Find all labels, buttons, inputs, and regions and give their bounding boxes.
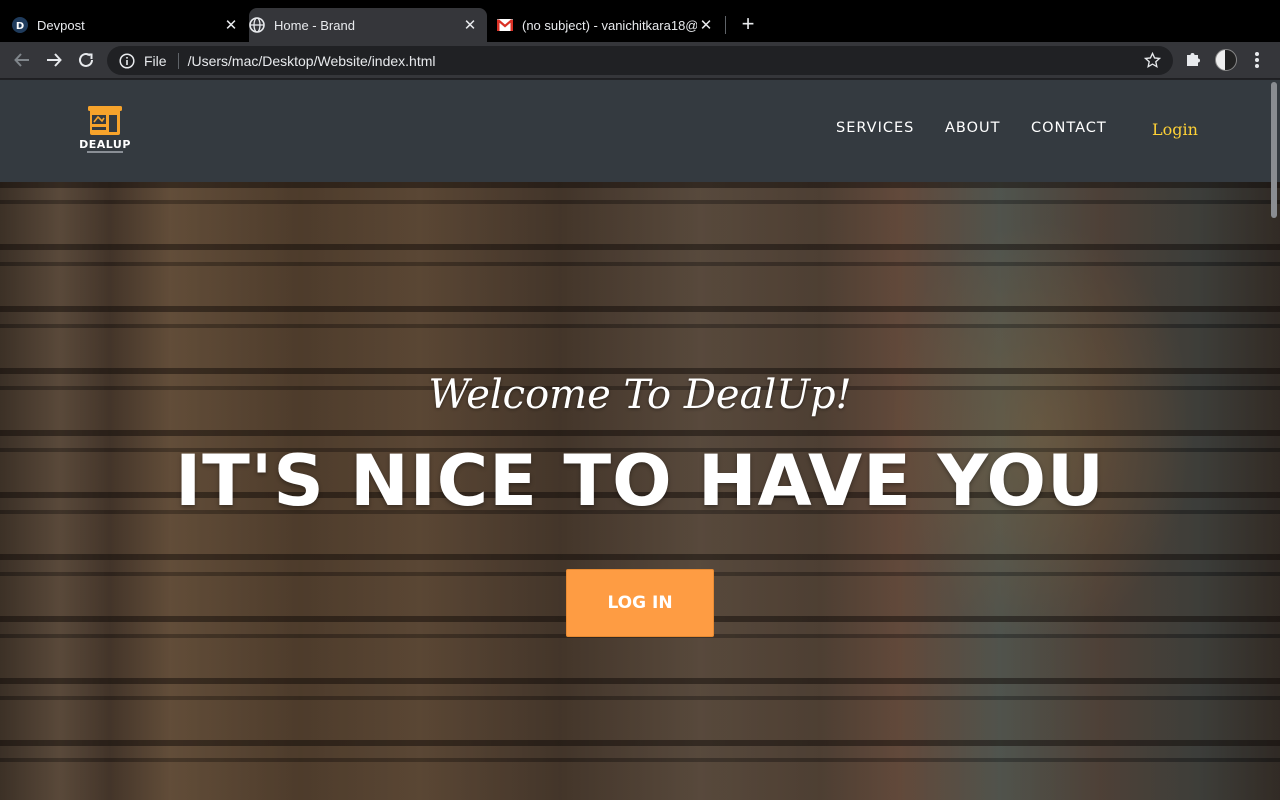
nav-about-link[interactable]: ABOUT: [945, 120, 1001, 136]
info-icon[interactable]: [119, 52, 135, 69]
tab-gmail[interactable]: (no subject) - vanichitkara18@ ✕: [497, 8, 723, 42]
tab-title: (no subject) - vanichitkara18@: [522, 17, 697, 33]
page-scrollbar[interactable]: [1268, 80, 1280, 800]
site-navbar: DEALUP SERVICES ABOUT CONTACT Login: [0, 80, 1280, 182]
address-divider: [177, 52, 179, 69]
nav-login-link[interactable]: Login: [1152, 120, 1198, 139]
tab-home-brand[interactable]: Home - Brand ✕: [249, 8, 487, 42]
reload-icon: [79, 52, 93, 67]
url-text[interactable]: /Users/mac/Desktop/Website/index.html: [188, 53, 436, 69]
extensions-puzzle-icon[interactable]: [1184, 50, 1202, 68]
browser-tab-strip: D Devpost ✕ Home - Brand ✕ (no subject) …: [0, 0, 1280, 42]
forward-arrow-icon: [47, 53, 62, 67]
forward-button[interactable]: [42, 48, 66, 72]
tab-title: Devpost: [37, 17, 85, 33]
hero-headline: IT'S NICE TO HAVE YOU: [175, 440, 1105, 522]
hero-welcome-text: Welcome To DealUp!: [428, 372, 852, 418]
devpost-icon: D: [12, 17, 28, 33]
back-button[interactable]: [10, 48, 34, 72]
nav-contact-link[interactable]: CONTACT: [1031, 120, 1107, 136]
scrollbar-thumb[interactable]: [1271, 82, 1277, 218]
tab-title: Home - Brand: [274, 17, 355, 33]
login-cta-button[interactable]: LOG IN: [566, 569, 714, 637]
svg-text:D: D: [16, 21, 24, 32]
close-tab-icon[interactable]: ✕: [461, 16, 479, 34]
browser-menu-icon[interactable]: [1251, 50, 1263, 70]
close-tab-icon[interactable]: ✕: [222, 16, 240, 34]
logo-tagline-mark: [87, 151, 123, 153]
reload-button[interactable]: [74, 48, 98, 72]
storefront-logo-icon: [88, 106, 122, 135]
nav-services-link[interactable]: SERVICES: [836, 120, 914, 136]
tab-separator: [725, 16, 726, 34]
bookmark-star-icon[interactable]: [1144, 52, 1161, 69]
close-tab-icon[interactable]: ✕: [697, 16, 715, 34]
dealup-logo[interactable]: DEALUP: [73, 106, 137, 158]
browser-toolbar: File /Users/mac/Desktop/Website/index.ht…: [0, 42, 1280, 79]
gmail-icon: [497, 17, 513, 33]
globe-icon: [249, 17, 265, 33]
logo-wordmark: DEALUP: [79, 138, 131, 151]
tab-devpost[interactable]: D Devpost ✕: [12, 8, 248, 42]
address-bar[interactable]: File /Users/mac/Desktop/Website/index.ht…: [107, 46, 1173, 75]
back-arrow-icon: [14, 53, 29, 67]
page-viewport: DEALUP SERVICES ABOUT CONTACT Login Welc…: [0, 80, 1280, 800]
url-scheme: File: [144, 52, 167, 69]
new-tab-button[interactable]: +: [736, 12, 760, 36]
profile-avatar[interactable]: [1215, 49, 1237, 71]
hero-section: Welcome To DealUp! IT'S NICE TO HAVE YOU…: [0, 182, 1280, 800]
